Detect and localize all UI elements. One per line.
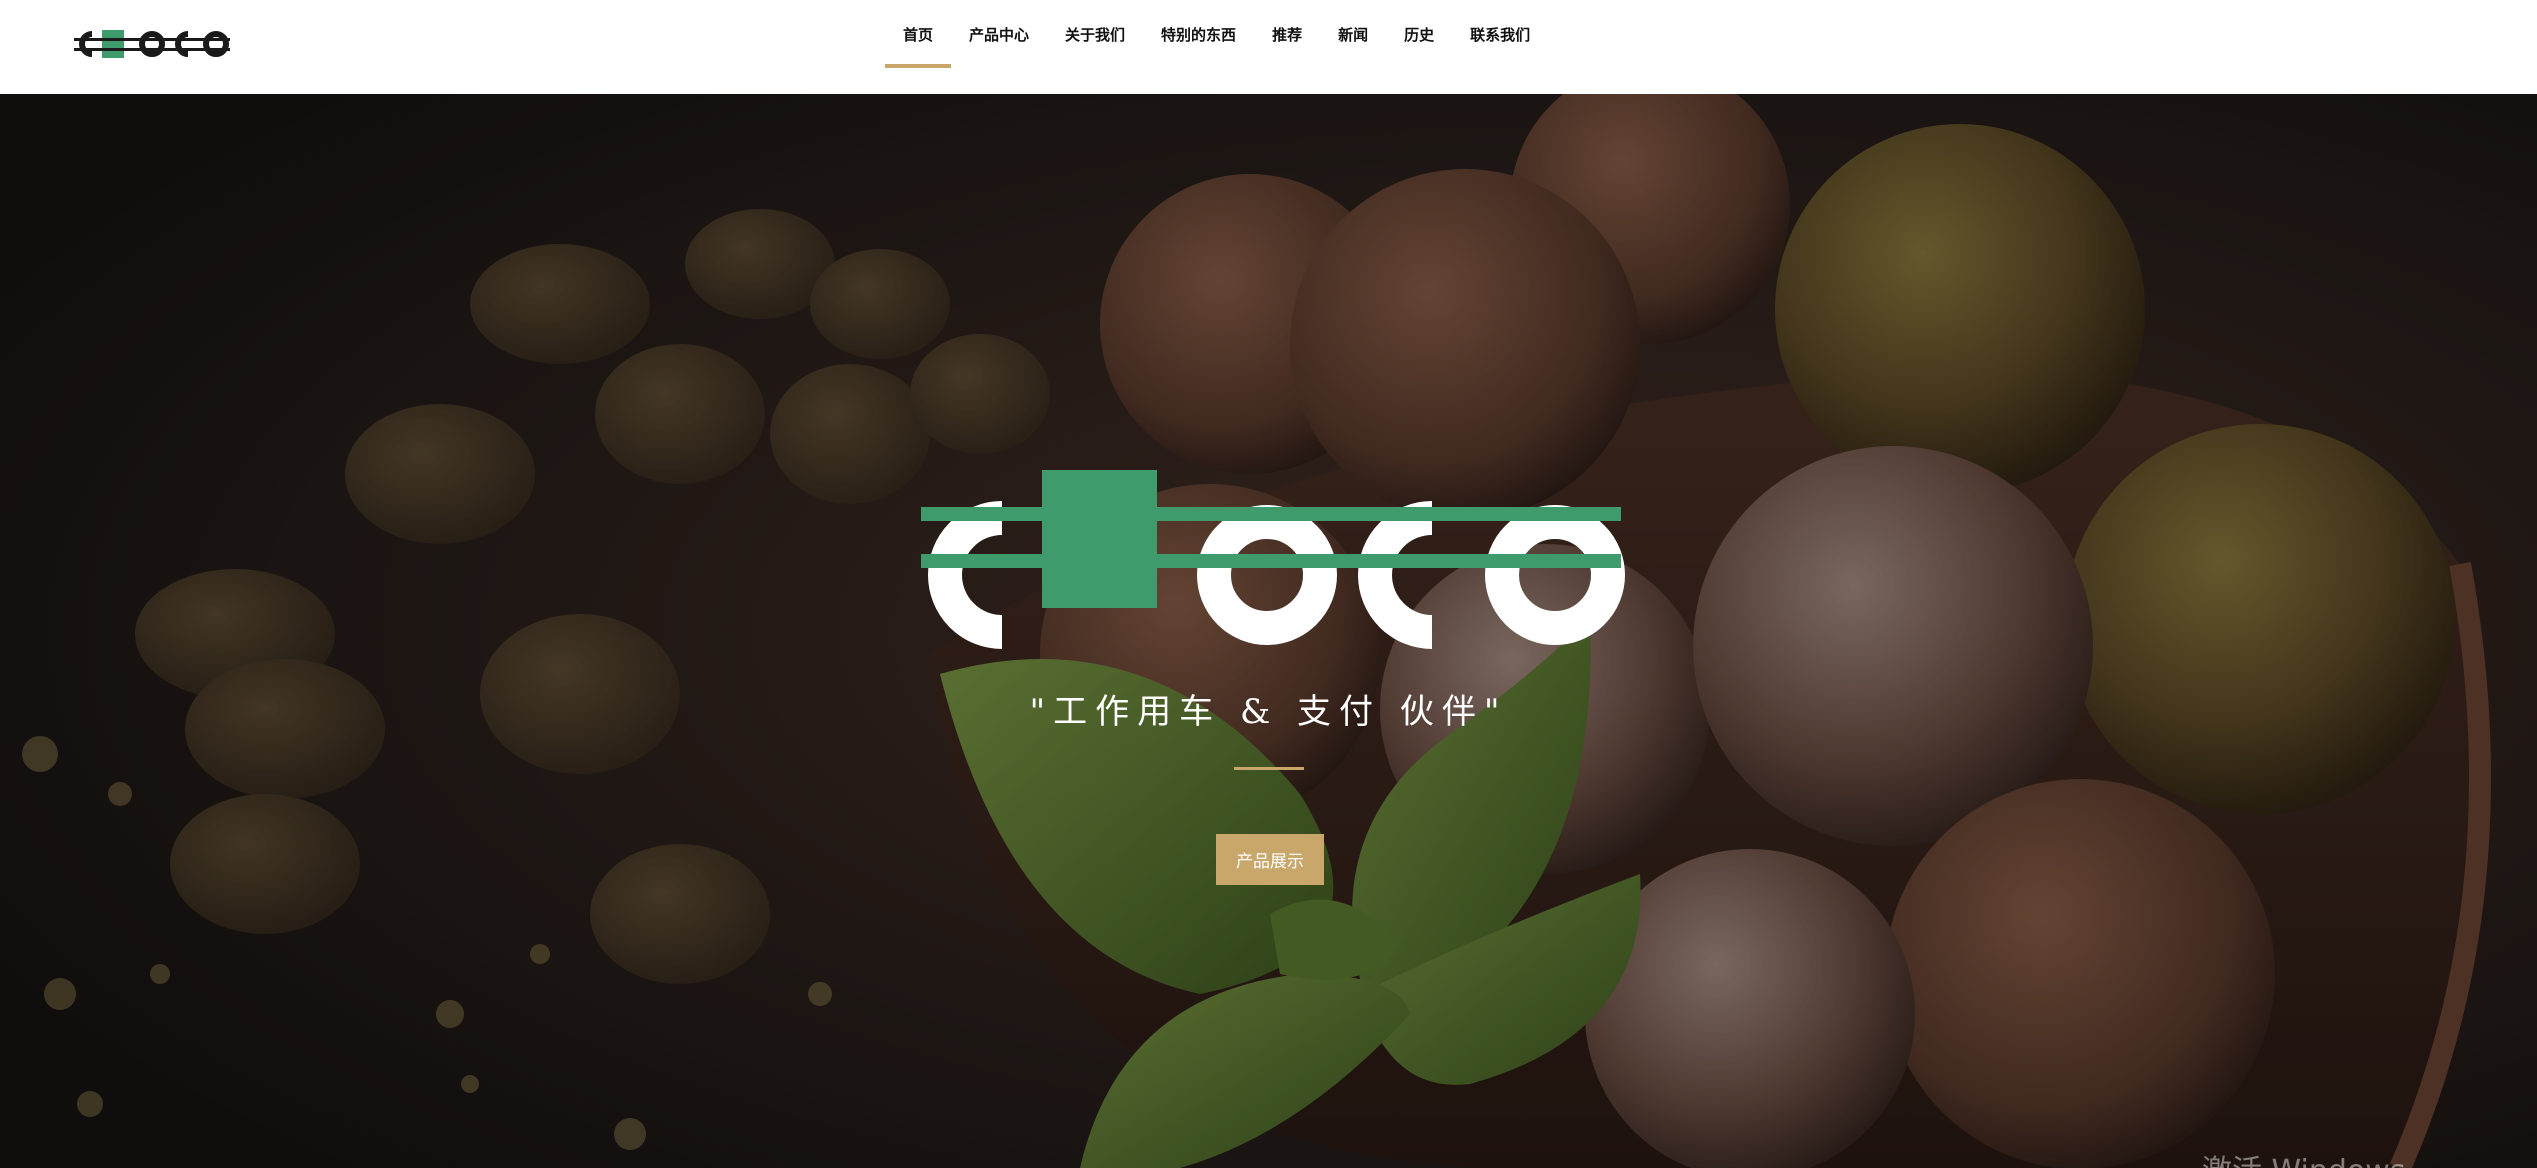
site-header: 首页 产品中心 关于我们 特别的东西 推荐 新闻 历史 联系我们 xyxy=(0,0,2537,94)
hero-logo xyxy=(921,470,1625,649)
main-nav: 首页 产品中心 关于我们 特别的东西 推荐 新闻 历史 联系我们 xyxy=(885,0,1548,94)
product-showcase-button[interactable]: 产品展示 xyxy=(1216,834,1324,885)
gold-divider xyxy=(1234,767,1304,770)
nav-item-history[interactable]: 历史 xyxy=(1386,0,1452,68)
nav-item-special[interactable]: 特别的东西 xyxy=(1143,0,1254,68)
hero-banner: "工作用车 & 支付 伙伴" 产品展示 激活 Windows xyxy=(0,94,2537,1168)
hero-tagline: "工作用车 & 支付 伙伴" xyxy=(1029,692,1508,732)
logo[interactable] xyxy=(70,22,235,66)
windows-activation-watermark: 激活 Windows xyxy=(2202,1146,2405,1168)
nav-item-contact[interactable]: 联系我们 xyxy=(1452,0,1548,68)
nav-item-recommend[interactable]: 推荐 xyxy=(1254,0,1320,68)
nav-item-products[interactable]: 产品中心 xyxy=(951,0,1047,68)
nav-item-home[interactable]: 首页 xyxy=(885,0,952,68)
nav-item-about[interactable]: 关于我们 xyxy=(1047,0,1143,68)
nav-item-news[interactable]: 新闻 xyxy=(1320,0,1386,68)
